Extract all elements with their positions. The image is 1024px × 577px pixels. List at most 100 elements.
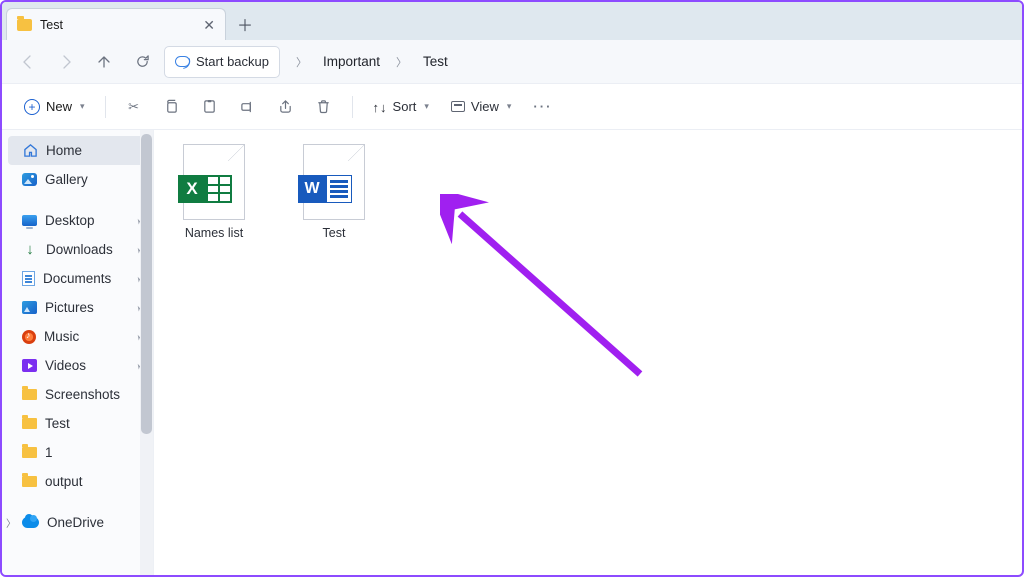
explorer-body: Home Gallery Desktop ↓Downloads Documents P… [2,130,1022,575]
sidebar-item-screenshots[interactable]: Screenshots [2,380,153,409]
rename-icon [240,99,256,115]
videos-icon [22,359,37,372]
gallery-icon [22,173,37,186]
chevron-right-icon[interactable]: 〉 [386,54,417,70]
separator [105,96,106,118]
scrollbar-track[interactable] [140,130,153,575]
address-bar[interactable]: Start backup [164,46,280,78]
file-item[interactable]: X Names list [166,144,262,240]
more-button[interactable]: ··· [523,91,562,123]
docs-icon [22,271,35,286]
excel-file-icon: X [183,144,245,220]
folder-icon [22,389,37,400]
delete-button[interactable] [306,91,342,123]
chevron-down-icon: ▾ [507,101,512,112]
sidebar-item-label: Documents [43,271,111,286]
plus-circle-icon: + [24,99,40,115]
share-button[interactable] [268,91,304,123]
view-button[interactable]: View ▾ [441,91,521,123]
desktop-icon [22,215,37,226]
sidebar-item-label: Gallery [45,172,88,187]
cut-icon: ✂ [126,99,142,115]
rename-button[interactable] [230,91,266,123]
sidebar-item-1[interactable]: 1 [2,438,153,467]
new-label: New [46,99,72,114]
sort-button[interactable]: Sort ▾ [363,91,439,123]
breadcrumb-item[interactable]: Test [423,54,448,69]
chevron-right-icon[interactable]: 〉 [286,54,317,70]
refresh-button[interactable] [126,46,158,78]
sidebar-item-label: Screenshots [45,387,120,402]
sidebar-item-downloads[interactable]: ↓Downloads [2,235,153,264]
cut-button[interactable]: ✂ [116,91,152,123]
sidebar-item-onedrive[interactable]: 〉 OneDrive [2,508,153,537]
sidebar-item-label: Home [46,143,82,158]
sidebar-item-label: output [45,474,83,489]
copy-button[interactable] [154,91,190,123]
folder-icon [17,19,32,31]
sidebar-item-label: Videos [45,358,86,373]
sidebar-item-pictures[interactable]: Pictures [2,293,153,322]
sidebar-item-test[interactable]: Test [2,409,153,438]
paste-icon [202,99,218,115]
breadcrumb-item[interactable]: Important [323,54,380,69]
arrow-right-icon [58,54,74,70]
back-button[interactable] [12,46,44,78]
sidebar-item-label: OneDrive [47,515,104,530]
tab-active[interactable]: Test ✕ [6,8,226,40]
close-tab-icon[interactable]: ✕ [203,18,215,32]
start-backup-label[interactable]: Start backup [196,54,269,69]
chevron-down-icon: ▾ [80,101,85,112]
sidebar-item-label: Desktop [45,213,95,228]
paste-button[interactable] [192,91,228,123]
onedrive-icon [22,517,39,528]
file-explorer-window: Test ✕ ＋ Start backup 〉 Important 〉 Test [0,0,1024,577]
sidebar-item-output[interactable]: output [2,467,153,496]
refresh-icon [135,54,150,69]
sidebar-item-label: Downloads [46,242,113,257]
annotation-arrow-icon [440,194,670,394]
sidebar-item-label: Pictures [45,300,94,315]
music-icon [22,330,36,344]
ellipsis-icon: ··· [533,99,552,114]
scrollbar-thumb[interactable] [141,134,152,434]
share-icon [278,99,294,115]
file-label: Test [323,226,346,240]
tab-title: Test [40,18,63,32]
sort-icon [373,100,387,114]
sidebar-item-gallery[interactable]: Gallery [2,165,153,194]
nav-bar: Start backup 〉 Important 〉 Test [2,40,1022,84]
new-tab-button[interactable]: ＋ [226,8,264,40]
sidebar-item-home[interactable]: Home [8,136,147,165]
sidebar-item-documents[interactable]: Documents [2,264,153,293]
file-item[interactable]: W Test [286,144,382,240]
new-button[interactable]: + New ▾ [14,91,95,123]
navigation-pane[interactable]: Home Gallery Desktop ↓Downloads Documents P… [2,130,154,575]
pics-icon [22,301,37,314]
sidebar-item-label: 1 [45,445,53,460]
chevron-down-icon: ▾ [424,101,429,112]
arrow-left-icon [20,54,36,70]
command-bar: + New ▾ ✂ [2,84,1022,130]
chevron-right-icon[interactable]: 〉 [6,515,16,530]
item-view[interactable]: X Names list W Test [154,130,1022,575]
sidebar-item-music[interactable]: Music [2,322,153,351]
sidebar-item-label: Test [45,416,70,431]
file-label: Names list [185,226,243,240]
trash-icon [316,99,332,115]
sidebar-item-label: Music [44,329,79,344]
sidebar-item-desktop[interactable]: Desktop [2,206,153,235]
home-icon [22,143,38,159]
folder-icon [22,447,37,458]
tab-bar: Test ✕ ＋ [2,2,1022,40]
up-button[interactable] [88,46,120,78]
sidebar-item-videos[interactable]: Videos [2,351,153,380]
forward-button[interactable] [50,46,82,78]
separator [352,96,353,118]
view-icon [451,101,465,112]
copy-icon [164,99,180,115]
view-label: View [471,99,499,114]
sort-label: Sort [393,99,417,114]
arrow-up-icon [96,54,112,70]
word-file-icon: W [303,144,365,220]
